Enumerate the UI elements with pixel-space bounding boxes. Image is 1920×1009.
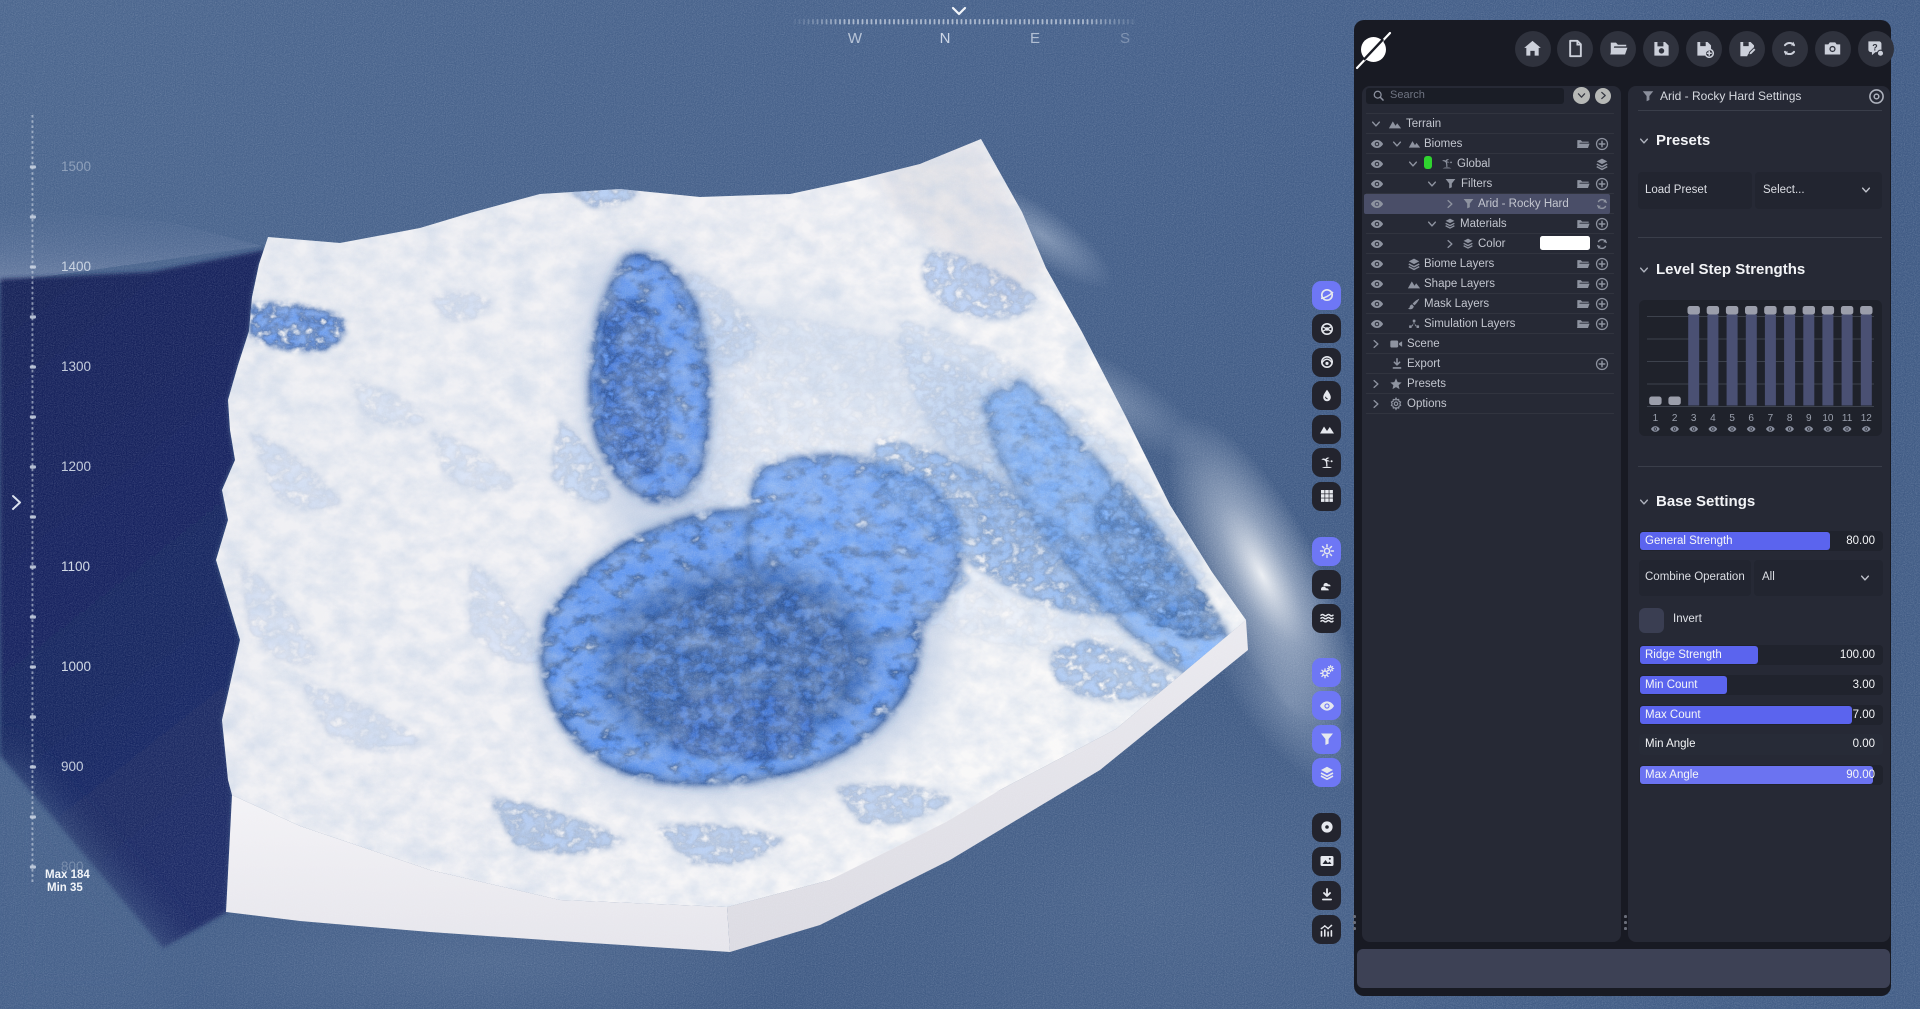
svg-text:10: 10 <box>1822 413 1834 424</box>
svg-text:W: W <box>848 30 863 47</box>
svg-text:5: 5 <box>1729 413 1735 424</box>
svg-text:N: N <box>940 30 951 47</box>
svg-text:11: 11 <box>1842 413 1853 424</box>
svg-text:3: 3 <box>1691 413 1697 424</box>
svg-text:4: 4 <box>1710 413 1716 424</box>
svg-text:9: 9 <box>1806 413 1812 424</box>
svg-text:2: 2 <box>1672 413 1678 424</box>
svg-text:E: E <box>1030 30 1040 47</box>
svg-text:6: 6 <box>1748 413 1754 424</box>
svg-text:1: 1 <box>1653 413 1659 424</box>
svg-text:7: 7 <box>1768 413 1774 424</box>
svg-text:?: ? <box>1872 42 1877 52</box>
svg-text:8: 8 <box>1787 413 1793 424</box>
svg-text:S: S <box>1120 30 1130 47</box>
svg-text:12: 12 <box>1861 413 1873 424</box>
